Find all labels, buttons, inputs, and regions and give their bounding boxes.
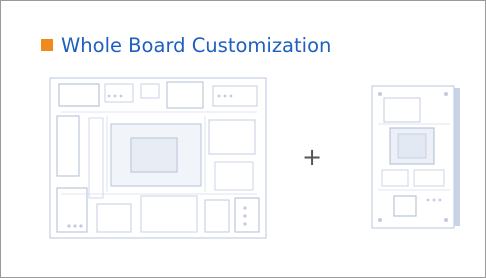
carrier-board-image: [49, 76, 267, 240]
plus-sign: +: [302, 143, 323, 171]
card-title: Whole Board Customization: [61, 33, 332, 57]
card-heading: Whole Board Customization: [41, 29, 331, 61]
heading-square-marker: [41, 39, 53, 51]
core-module-image: [370, 84, 462, 230]
customization-card: Whole Board Customization +: [0, 0, 486, 278]
